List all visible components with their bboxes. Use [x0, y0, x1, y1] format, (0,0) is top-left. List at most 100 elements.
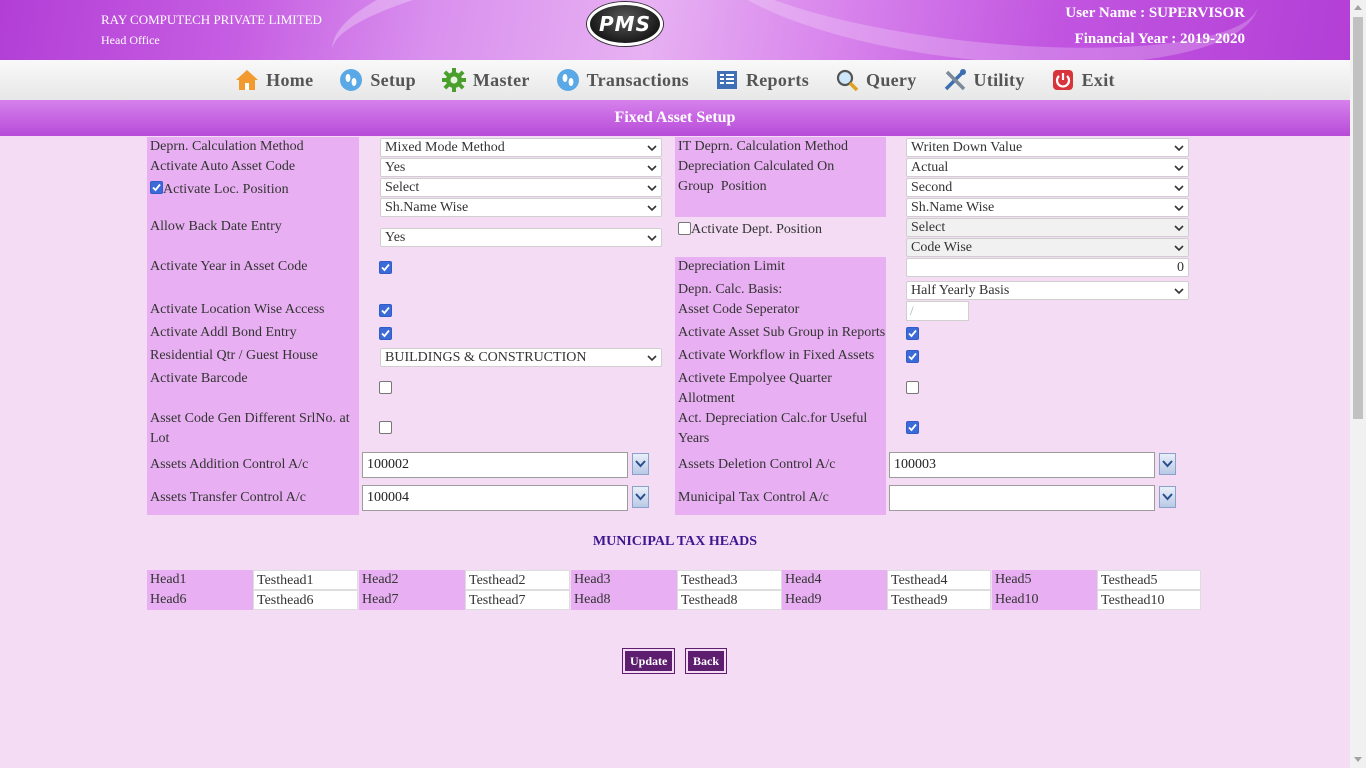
deletion-ac-input[interactable]: 100003	[889, 452, 1155, 478]
municipal-head-input[interactable]: Testhead1	[253, 570, 358, 590]
code-gen-checkbox[interactable]	[379, 421, 392, 434]
municipal-ac-lookup-button[interactable]	[1159, 486, 1176, 508]
it-depr-select[interactable]: Writen Down Value	[906, 138, 1189, 157]
municipal-ac-input[interactable]	[889, 485, 1155, 511]
depr-limit-input[interactable]: 0	[906, 258, 1189, 277]
municipal-head-input[interactable]: Testhead9	[887, 590, 991, 610]
municipal-head-input[interactable]: Testhead5	[1097, 570, 1201, 590]
home-icon	[236, 70, 259, 90]
group-position-select[interactable]: Second	[906, 178, 1189, 197]
quarter-checkbox[interactable]	[906, 381, 919, 394]
municipal-head-label: Head9	[782, 590, 887, 610]
municipal-head-input[interactable]: Testhead4	[887, 570, 991, 590]
chevron-down-icon	[647, 235, 657, 242]
residential-select[interactable]: BUILDINGS & CONSTRUCTION	[380, 348, 662, 367]
separator-input[interactable]: /	[906, 301, 969, 321]
loc-position-label: Activate Loc. Position	[163, 182, 289, 197]
chevron-down-icon	[647, 145, 657, 152]
back-button[interactable]: Back	[686, 649, 727, 673]
check-icon	[381, 263, 390, 272]
municipal-head-label: Head1	[147, 570, 253, 590]
calc-basis-select[interactable]: Half Yearly Basis	[906, 281, 1189, 300]
nav-utility[interactable]: Utility	[943, 68, 1025, 92]
scroll-up-icon[interactable]	[1354, 5, 1362, 10]
barcode-checkbox[interactable]	[379, 381, 392, 394]
nav-transactions[interactable]: Transactions	[556, 68, 689, 92]
nav-setup-label: Setup	[370, 69, 416, 90]
year-in-code-label: Activate Year in Asset Code	[150, 259, 308, 274]
pms-logo: PMS	[587, 2, 663, 46]
dept-position-checkbox[interactable]	[678, 222, 691, 235]
municipal-head-label: Head6	[147, 590, 253, 610]
back-date-label: Allow Back Date Entry	[150, 219, 282, 234]
chevron-down-icon	[1174, 225, 1184, 232]
year-in-code-checkbox[interactable]	[379, 261, 392, 274]
municipal-head-label: Head10	[992, 590, 1097, 610]
check-icon	[908, 352, 917, 361]
transfer-ac-input[interactable]: 100004	[362, 485, 628, 511]
addition-ac-lookup-button[interactable]	[632, 453, 649, 475]
deletion-ac-lookup-button[interactable]	[1159, 453, 1176, 475]
scroll-thumb[interactable]	[1353, 17, 1363, 419]
addl-bond-checkbox[interactable]	[379, 327, 392, 340]
loc-position-checkbox[interactable]	[150, 181, 163, 194]
check-icon	[908, 423, 917, 432]
it-depr-label: IT Deprn. Calculation Method	[678, 139, 849, 154]
workflow-label: Activate Workflow in Fixed Assets	[678, 348, 875, 363]
addition-ac-input[interactable]: 100002	[362, 452, 628, 478]
nav-reports[interactable]: Reports	[715, 68, 809, 92]
back-date-select[interactable]: Yes	[380, 228, 662, 247]
nav-reports-label: Reports	[745, 69, 810, 90]
dept-position-order-select[interactable]: Code Wise	[906, 238, 1189, 257]
nav-query[interactable]: Query	[835, 68, 917, 92]
check-icon	[381, 329, 390, 338]
municipal-head-input[interactable]: Testhead10	[1097, 590, 1201, 610]
loc-position-select[interactable]: Select	[380, 178, 662, 197]
sub-group-checkbox[interactable]	[906, 327, 919, 340]
municipal-head-input[interactable]: Testhead7	[465, 590, 570, 610]
nav-exit[interactable]: Exit	[1051, 68, 1115, 92]
nav-query-label: Query	[866, 69, 917, 90]
depr-on-label: Depreciation Calculated On	[678, 159, 835, 174]
nav-exit-label: Exit	[1081, 69, 1115, 90]
quarter-label: Activete Empolyee Quarter Allotment	[678, 371, 832, 406]
workflow-checkbox[interactable]	[906, 350, 919, 363]
useful-years-checkbox[interactable]	[906, 421, 919, 434]
depr-on-select[interactable]: Actual	[906, 158, 1189, 177]
scroll-down-icon[interactable]	[1354, 757, 1362, 762]
dept-position-select[interactable]: Select	[906, 218, 1189, 237]
loc-wise-access-checkbox[interactable]	[379, 304, 392, 317]
municipal-head-input[interactable]: Testhead3	[677, 570, 782, 590]
nav-utility-label: Utility	[973, 69, 1025, 90]
company-name: RAY COMPUTECH PRIVATE LIMITED	[101, 12, 322, 27]
nav-master[interactable]: Master	[441, 68, 530, 92]
municipal-head-input[interactable]: Testhead6	[253, 590, 358, 610]
chevron-down-icon	[647, 185, 657, 192]
footprints-icon	[556, 69, 579, 91]
addl-bond-label: Activate Addl Bond Entry	[150, 325, 297, 340]
municipal-head-input[interactable]: Testhead8	[677, 590, 782, 610]
municipal-head-label: Head4	[782, 570, 887, 590]
depr-method-select[interactable]: Mixed Mode Method	[380, 138, 662, 157]
chevron-down-icon	[1162, 493, 1173, 501]
auto-code-select[interactable]: Yes	[380, 158, 662, 177]
report-icon	[716, 71, 737, 89]
main-navigation: Home Setup Master Transactions Reports Q…	[0, 60, 1350, 100]
deletion-ac-label: Assets Deletion Control A/c	[678, 457, 836, 472]
municipal-head-input[interactable]: Testhead2	[465, 570, 570, 590]
group-position-order-select[interactable]: Sh.Name Wise	[906, 198, 1189, 217]
municipal-head-label: Head7	[359, 590, 465, 610]
update-button[interactable]: Update	[623, 649, 675, 673]
gear-icon	[441, 68, 466, 92]
transfer-ac-lookup-button[interactable]	[632, 486, 649, 508]
chevron-down-icon	[1174, 245, 1184, 252]
dept-position-label: Activate Dept. Position	[691, 222, 823, 237]
loc-position-order-select[interactable]: Sh.Name Wise	[380, 198, 662, 217]
nav-setup[interactable]: Setup	[339, 68, 416, 92]
nav-master-label: Master	[472, 69, 530, 90]
municipal-heading: MUNICIPAL TAX HEADS	[592, 534, 758, 549]
vertical-scrollbar[interactable]	[1350, 0, 1366, 768]
nav-home[interactable]: Home	[235, 68, 313, 92]
loc-wise-access-label: Activate Location Wise Access	[150, 302, 325, 317]
financial-year: Financial Year : 2019-2020	[1074, 31, 1245, 47]
